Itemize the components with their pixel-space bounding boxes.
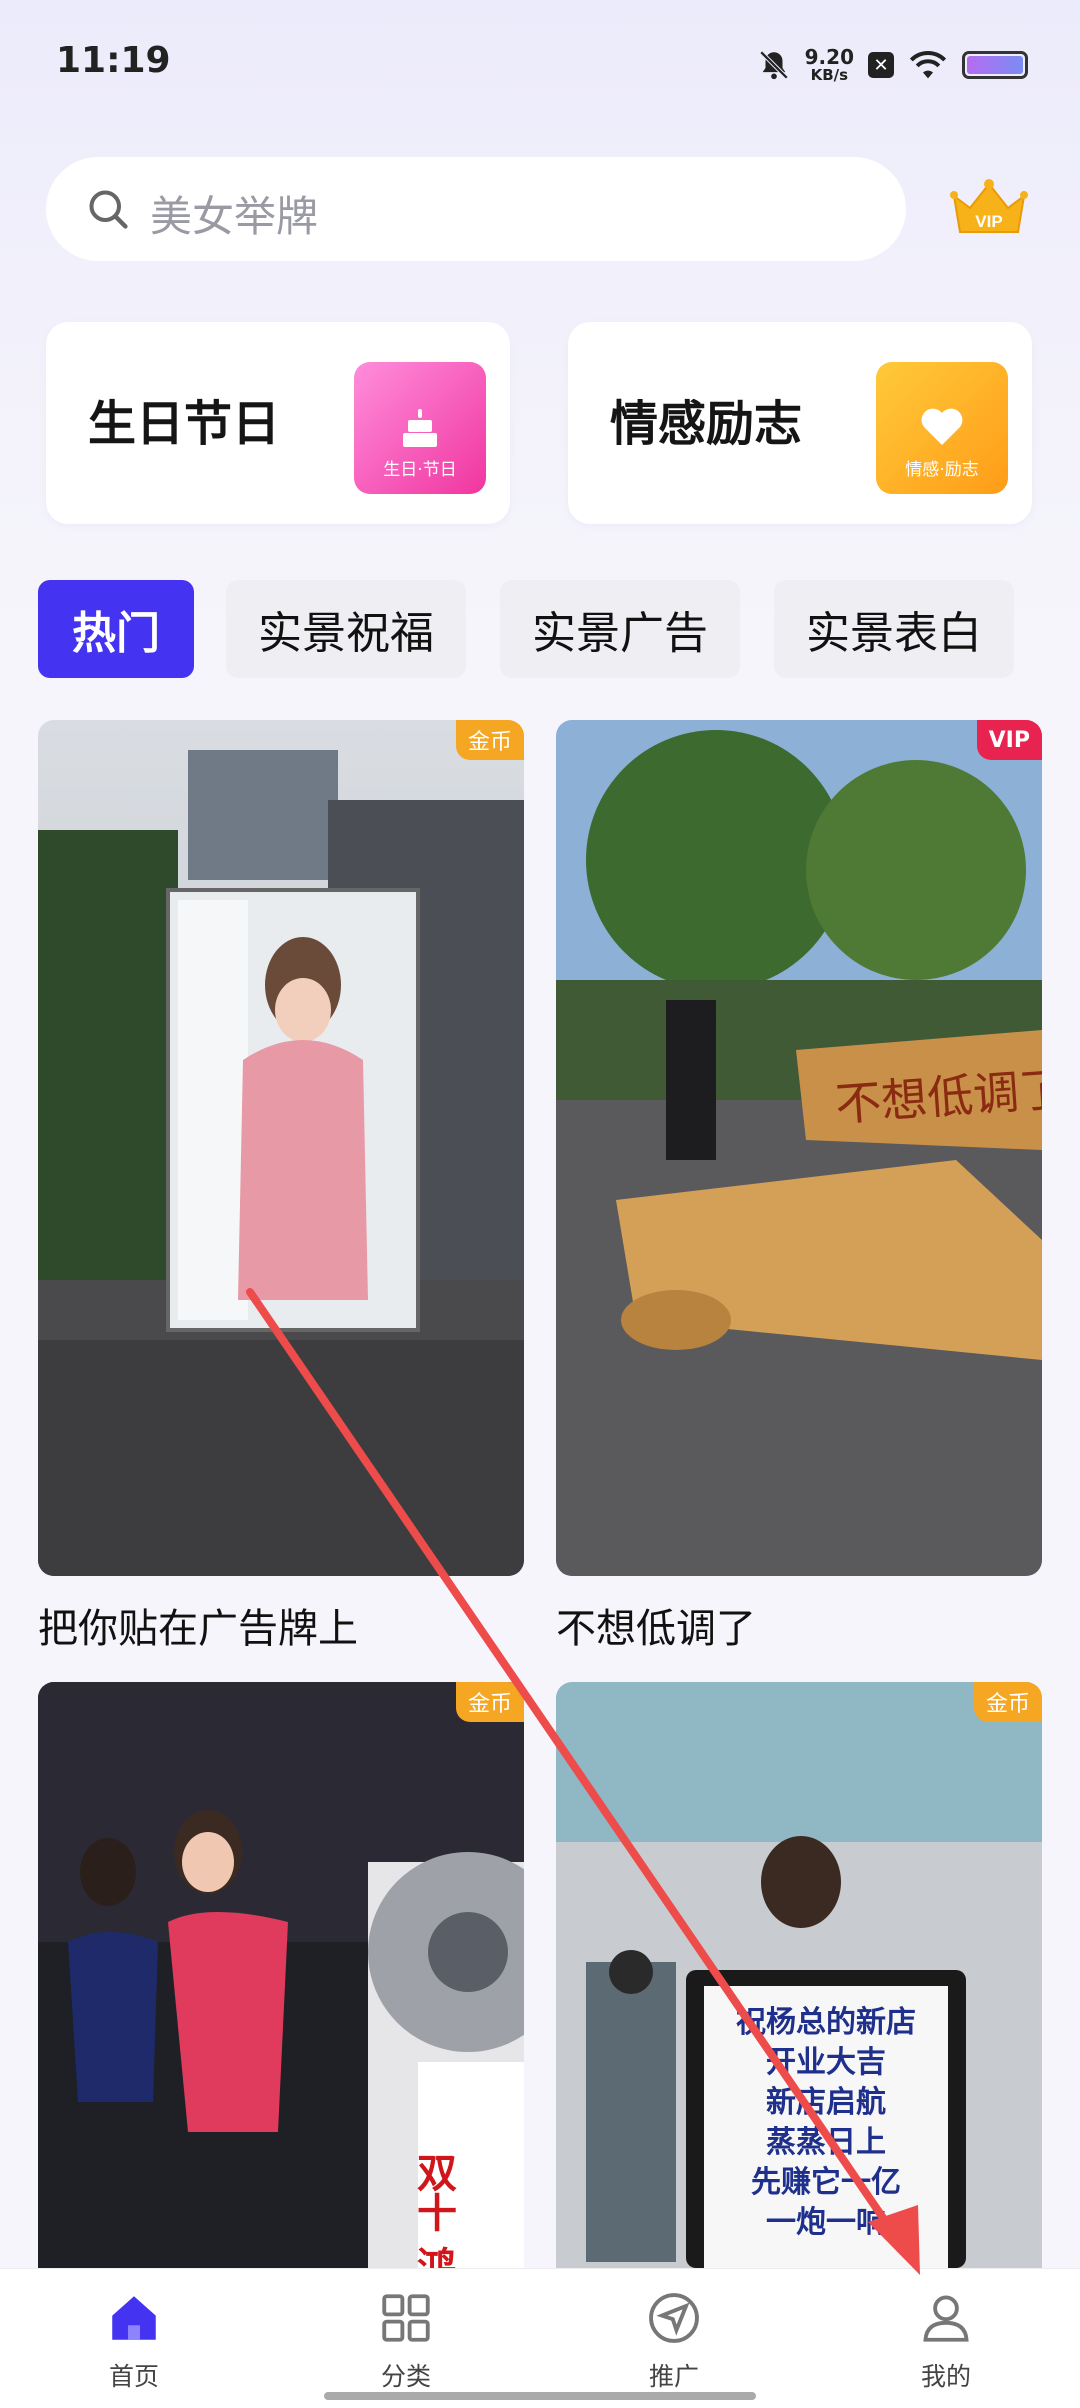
shop-sign-line: 一炮一响	[766, 2205, 886, 2240]
airplane-sign-photo: 不想低调了	[556, 720, 1042, 1576]
shop-sign-line: 蒸蒸日上	[766, 2125, 886, 2160]
tab-scene-blessing[interactable]: 实景祝福	[226, 580, 466, 678]
nav-promote[interactable]: 推广	[604, 2289, 744, 2399]
status-time: 11:19	[56, 40, 171, 81]
category-label: 生日节日	[88, 396, 281, 452]
battery-icon	[962, 51, 1028, 79]
vip-badge: VIP	[976, 720, 1042, 760]
nav-home[interactable]: 首页	[64, 2289, 204, 2399]
tab-hot[interactable]: 热门	[38, 580, 194, 678]
search-icon	[89, 190, 128, 229]
grid-icon	[382, 2294, 430, 2342]
category-badge: 生日·节日	[354, 362, 486, 494]
network-speed: 9.20 KB/s	[805, 47, 854, 83]
shop-sign-line: 新店启航	[766, 2085, 886, 2120]
category-label: 情感励志	[610, 396, 803, 452]
category-badge-text: 情感·励志	[905, 460, 979, 480]
network-speed-value: 9.20	[804, 45, 854, 69]
nav-label: 首页	[108, 2362, 159, 2391]
nav-label: 推广	[648, 2362, 699, 2391]
nav-mine[interactable]: 我的	[876, 2289, 1016, 2399]
card-thumbnail[interactable]: 祝杨总的新店 开业大吉新店启航蒸蒸日上先赚它一亿一炮一响	[556, 1682, 1042, 2268]
models-photo: 双十 鸿运	[38, 1682, 524, 2268]
template-card[interactable]: 不想低调了 VIP 不想低调了	[556, 720, 1042, 1652]
card-title: 把你贴在广告牌上	[38, 1606, 358, 1652]
shop-sign-line: 先赚它一亿	[751, 2165, 901, 2200]
status-icons: 9.20 KB/s ✕	[757, 40, 1028, 90]
shop-sign-line: 祝杨总的新店	[736, 2005, 916, 2040]
status-bar: 11:19 9.20 KB/s ✕	[0, 0, 1080, 130]
template-card[interactable]: 祝杨总的新店 开业大吉新店启航蒸蒸日上先赚它一亿一炮一响 金币	[556, 1682, 1042, 2270]
coin-badge: 金币	[973, 1682, 1042, 1722]
card-thumbnail[interactable]: 不想低调了	[556, 720, 1042, 1576]
nav-category[interactable]: 分类	[336, 2289, 476, 2399]
cake-icon	[403, 409, 437, 447]
category-badge: 情感·励志	[876, 362, 1008, 494]
vip-crown-icon[interactable]: VIP	[950, 178, 1028, 240]
coin-badge: 金币	[455, 1682, 524, 1722]
tab-scene-ad[interactable]: 实景广告	[500, 580, 740, 678]
home-icon	[112, 2296, 156, 2340]
bottom-nav: 首页 分类 推广 我的	[0, 2268, 1080, 2408]
heart-icon	[921, 408, 963, 445]
home-indicator	[324, 2392, 756, 2400]
template-card[interactable]: 双十 鸿运 金币	[38, 1682, 524, 2270]
send-icon	[649, 2293, 699, 2343]
coin-badge: 金币	[455, 720, 524, 760]
nav-label: 我的	[920, 2362, 971, 2391]
card-title: 不想低调了	[556, 1606, 756, 1652]
vip-crown-label: VIP	[975, 212, 1002, 231]
category-card-emotion[interactable]: 情感励志 情感·励志	[568, 322, 1032, 524]
notification-x-icon: ✕	[868, 52, 894, 78]
shop-sign-line: 开业大吉	[766, 2045, 886, 2080]
search-bar[interactable]: 美女举牌	[46, 157, 906, 261]
person-icon	[923, 2295, 969, 2342]
shop-sign-photo: 祝杨总的新店开业大吉新店启航蒸蒸日上先赚它一亿一炮一响	[556, 1682, 1042, 2268]
billboard-photo	[38, 720, 524, 1576]
mute-bell-icon	[759, 50, 788, 80]
network-speed-unit: KB/s	[810, 66, 849, 84]
category-badge-text: 生日·节日	[383, 460, 457, 480]
card-thumbnail[interactable]	[38, 720, 524, 1576]
category-card-birthday[interactable]: 生日节日 生日·节日	[46, 322, 510, 524]
tab-scene-confession[interactable]: 实景表白	[774, 580, 1014, 678]
template-card[interactable]: 金币 把你贴在广告牌上	[38, 720, 524, 1652]
banner-text: 双十 鸿运	[410, 2152, 457, 2268]
search-placeholder: 美女举牌	[150, 192, 319, 241]
wifi-icon	[909, 51, 947, 79]
nav-label: 分类	[380, 2362, 431, 2391]
card-thumbnail[interactable]: 双十 鸿运	[38, 1682, 524, 2268]
